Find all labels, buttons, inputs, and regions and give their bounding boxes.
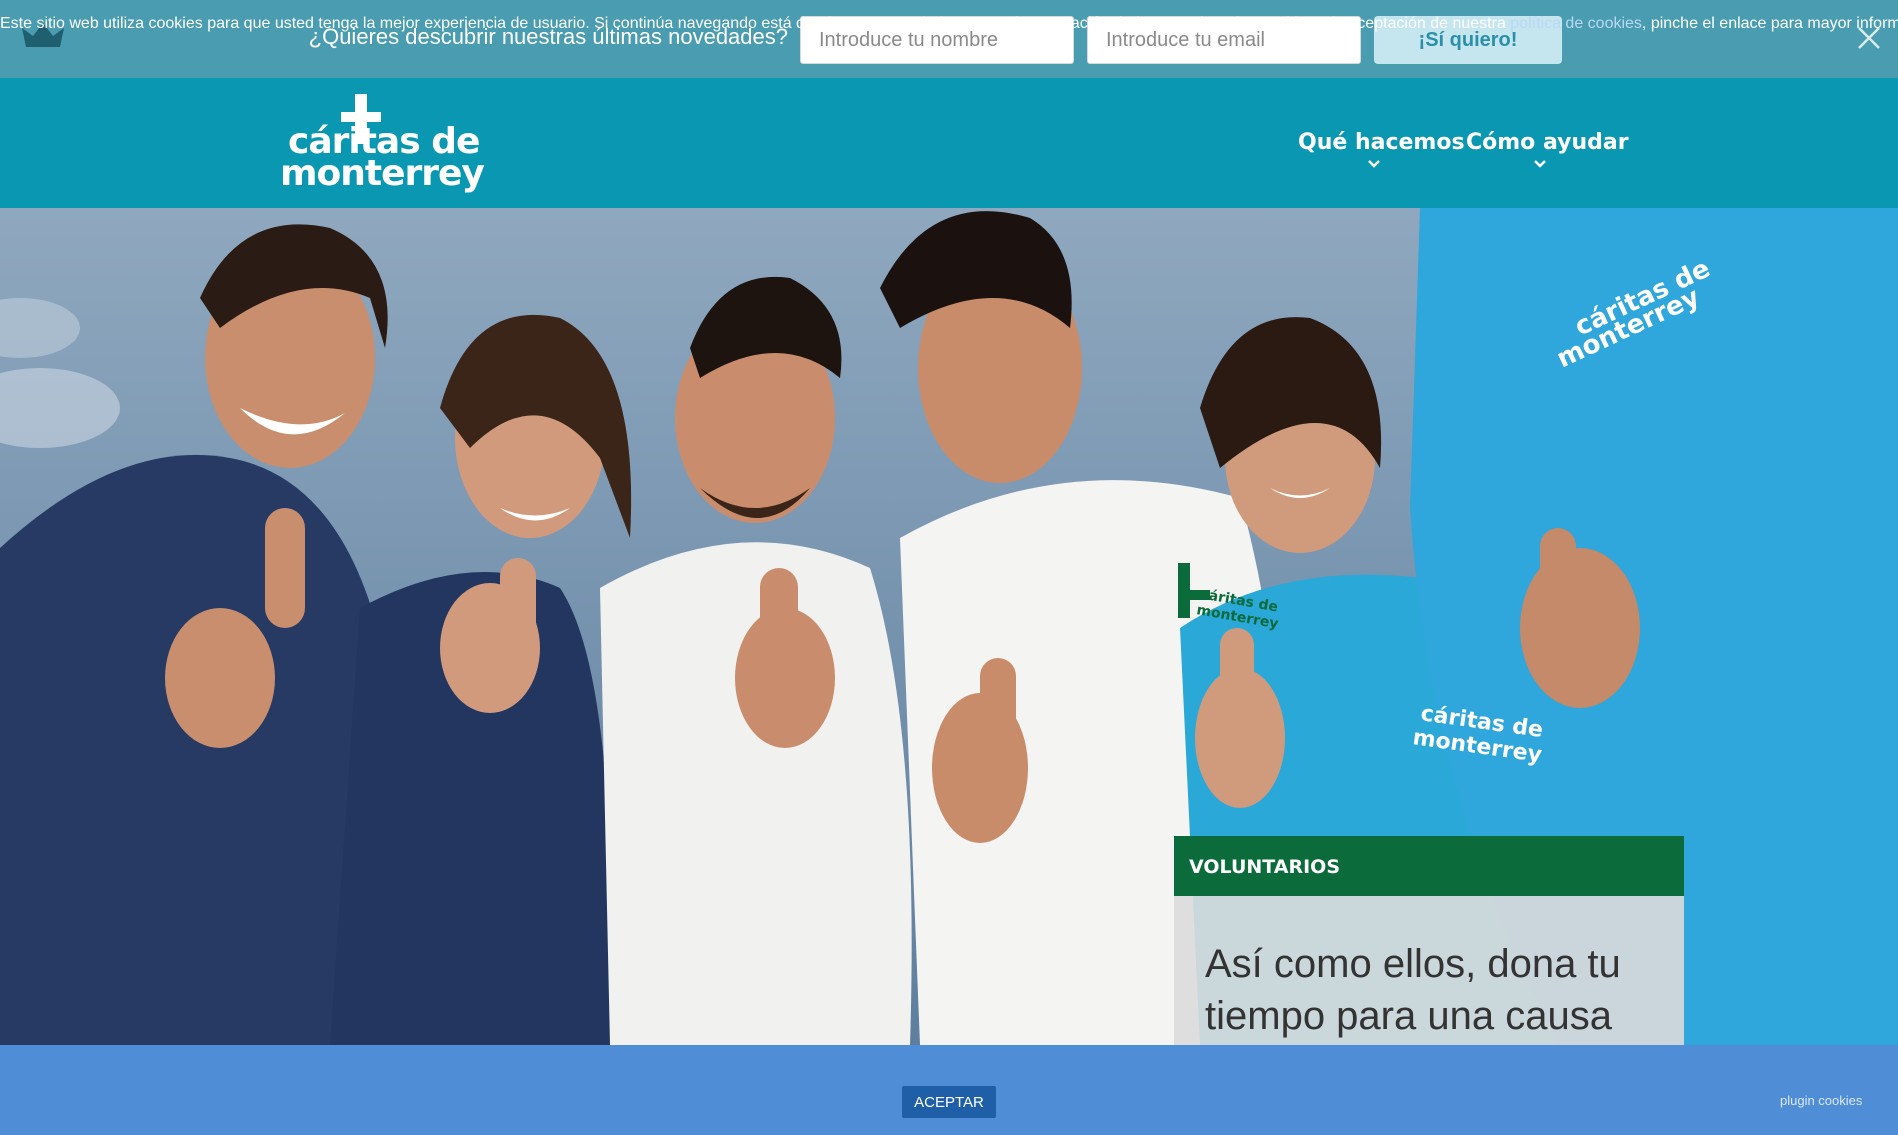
volunteer-card-text: Así como ellos, dona tu tiempo para una … <box>1174 896 1684 1046</box>
cookie-policy-link[interactable]: política de cookies <box>1510 15 1642 32</box>
newsletter-bar: ¿Quieres descubrir nuestras últimas nove… <box>0 0 1898 78</box>
nav-que-hacemos-label: Qué hacemos <box>1298 130 1465 155</box>
cookie-plugin-link[interactable]: plugin cookies <box>1780 1093 1862 1108</box>
volunteer-card-tag: VOLUNTARIOS <box>1174 836 1684 896</box>
cookie-message-text: Este sitio web utiliza cookies para que … <box>0 15 1511 32</box>
nav-como-ayudar-label: Cómo ayudar <box>1466 130 1629 155</box>
chevron-down-icon <box>1534 160 1546 168</box>
cookie-message: Este sitio web utiliza cookies para que … <box>0 15 1898 33</box>
volunteer-card-line-1: Así como ellos, dona tu <box>1205 942 1621 986</box>
chevron-down-icon <box>1368 160 1380 168</box>
nav-como-ayudar[interactable]: Cómo ayudar <box>1466 130 1629 169</box>
volunteer-card-line-2: tiempo para una causa <box>1205 994 1612 1038</box>
logo-text-bottom: monterrey <box>280 153 485 194</box>
nav-que-hacemos[interactable]: Qué hacemos <box>1298 130 1465 169</box>
volunteer-card[interactable]: VOLUNTARIOS Así como ellos, dona tu tiem… <box>1174 836 1684 1046</box>
site-logo[interactable]: cáritas de monterrey <box>280 94 485 194</box>
cookie-accept-button[interactable]: ACEPTAR <box>902 1086 996 1118</box>
cookie-message-text-end: , pinche el enlace para mayor informació… <box>1641 15 1898 32</box>
